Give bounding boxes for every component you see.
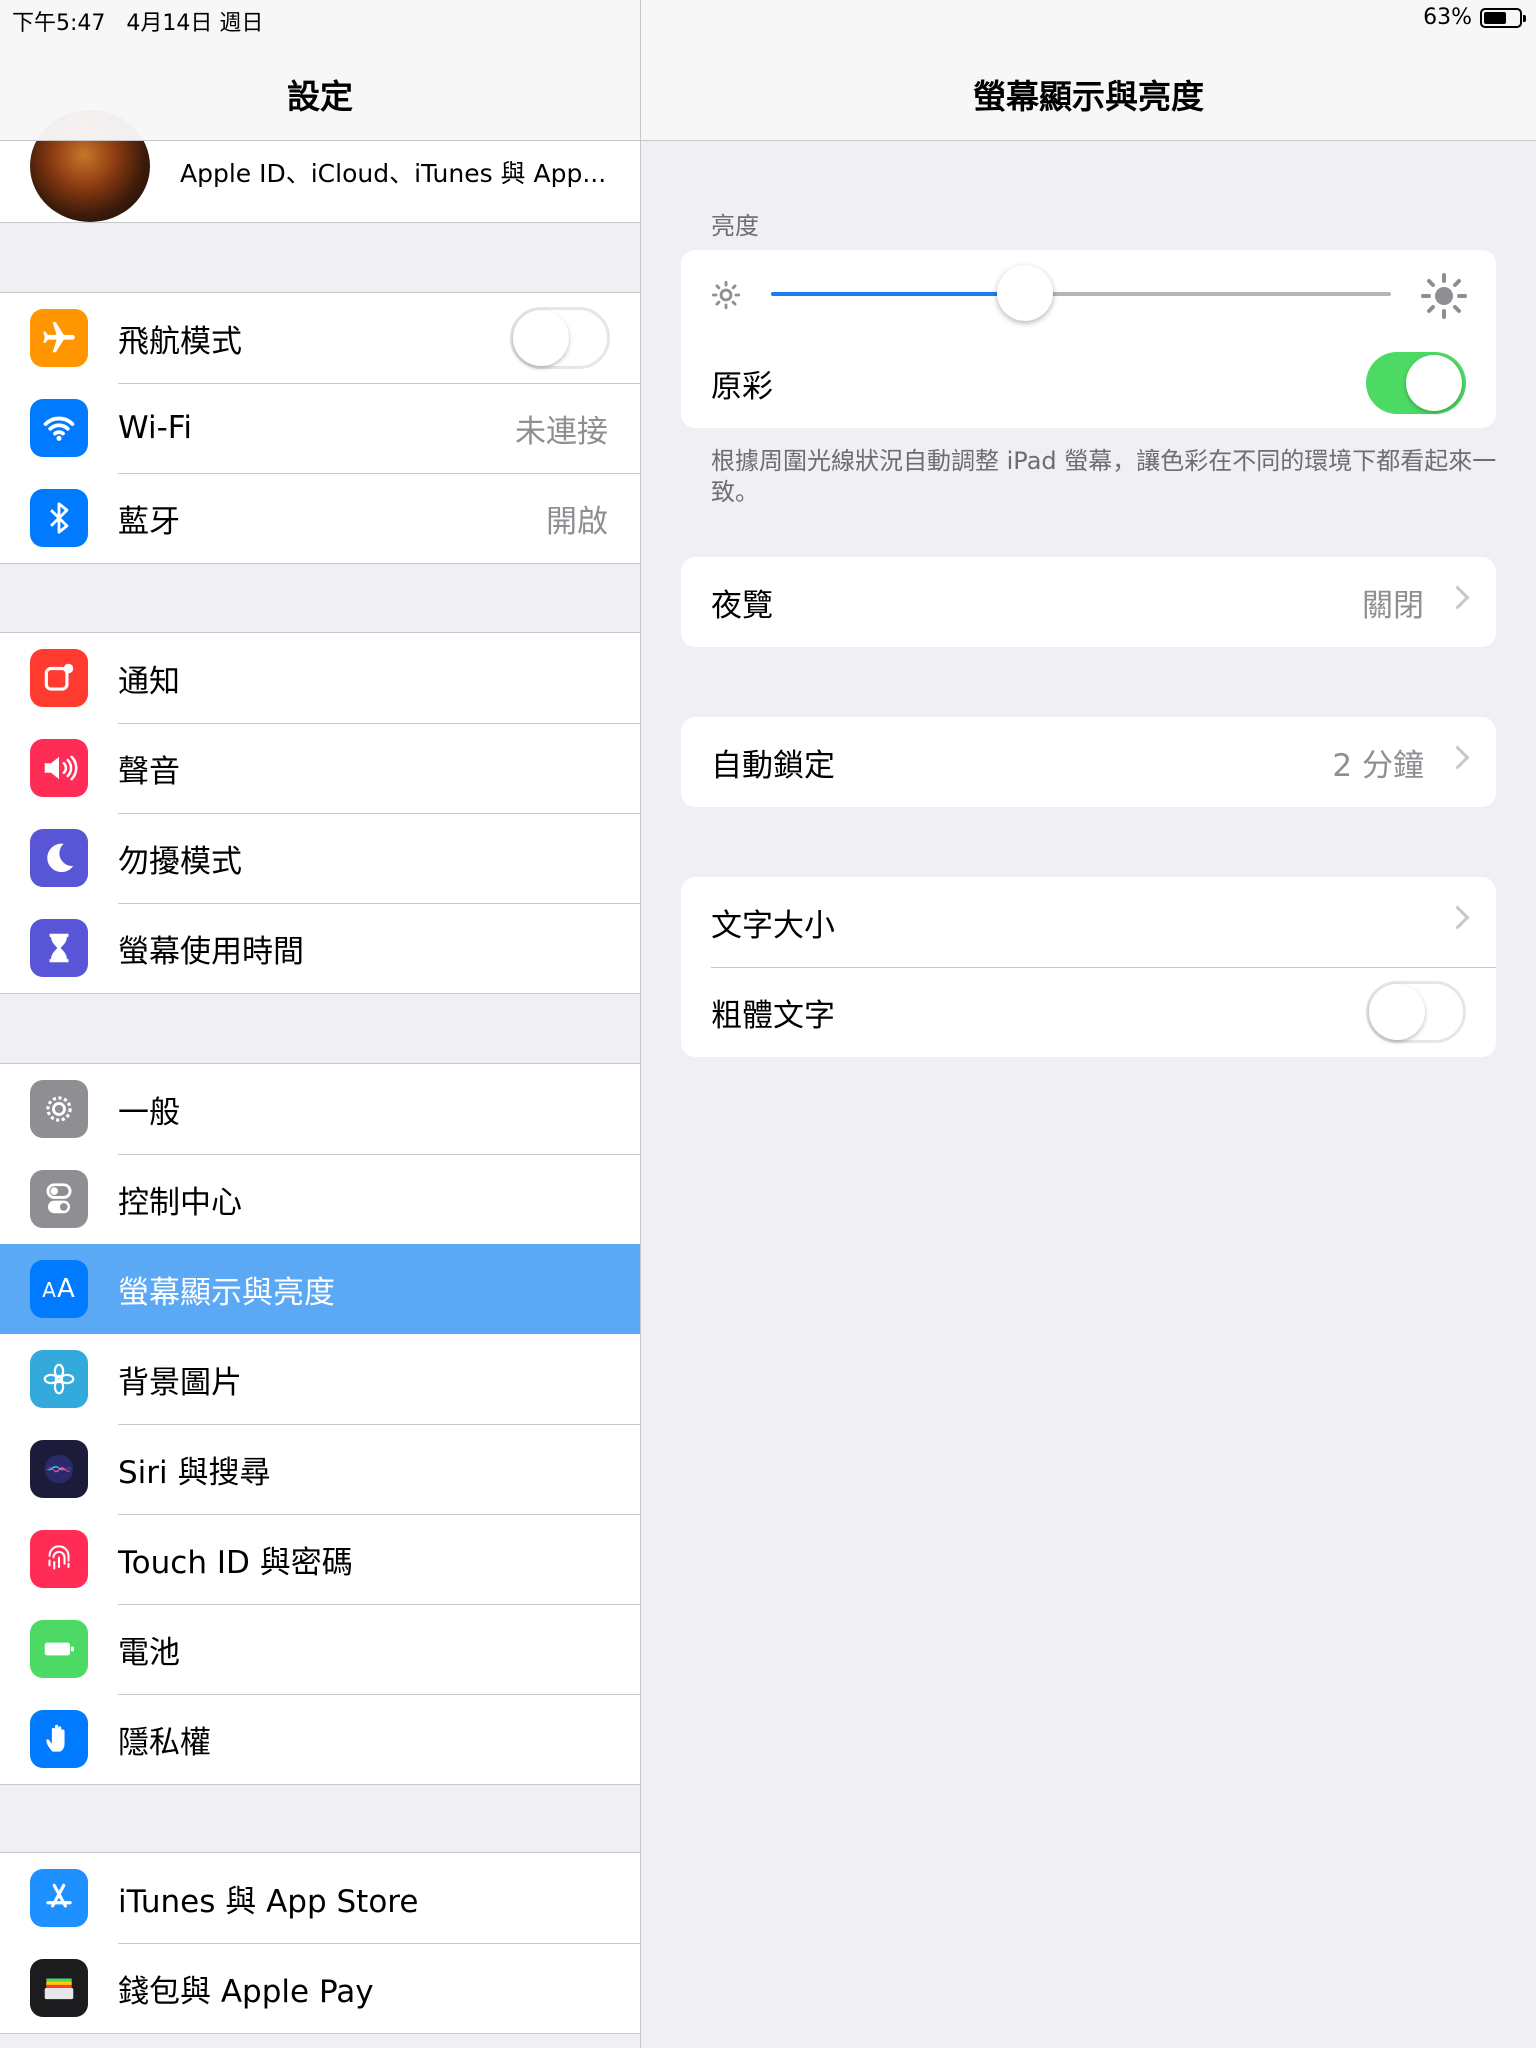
auto-lock-value: 2 分鐘 <box>1332 747 1424 784</box>
fingerprint-icon <box>30 1530 88 1588</box>
battery-icon <box>1480 7 1526 28</box>
bold-text-label: 粗體文字 <box>711 997 835 1034</box>
sidebar-item-screen-time[interactable]: 螢幕使用時間 <box>0 903 640 993</box>
hourglass-icon <box>30 919 88 977</box>
brightness-slider[interactable] <box>771 265 1391 321</box>
bluetooth-status: 開啟 <box>546 503 608 540</box>
general-group: 一般 控制中心 AA 螢幕顯示與亮度 背景圖片 Siri 與搜尋 Touch I… <box>0 1063 640 1785</box>
sun-large-icon <box>1421 273 1467 319</box>
status-time: 下午5:47 <box>12 11 106 36</box>
status-date: 4月14日 週日 <box>126 11 264 36</box>
page-title: 螢幕顯示與亮度 <box>973 77 1204 116</box>
sidebar-item-label: 飛航模式 <box>118 323 242 360</box>
sidebar-item-label: 勿擾模式 <box>118 843 242 880</box>
moon-icon <box>30 829 88 887</box>
sidebar-item-notifications[interactable]: 通知 <box>0 633 640 723</box>
connectivity-group: 飛航模式 Wi-Fi 未連接 藍牙 開啟 <box>0 292 640 564</box>
sidebar-item-siri[interactable]: Siri 與搜尋 <box>0 1424 640 1514</box>
siri-icon <box>30 1440 88 1498</box>
auto-lock-card: 自動鎖定 2 分鐘 <box>681 717 1496 807</box>
battery-icon <box>30 1620 88 1678</box>
sidebar-item-wifi[interactable]: Wi-Fi 未連接 <box>0 383 640 473</box>
sidebar-item-touch-id[interactable]: Touch ID 與密碼 <box>0 1514 640 1604</box>
brightness-card: 原彩 <box>681 250 1496 428</box>
wallet-icon <box>30 1959 88 2017</box>
bluetooth-icon <box>30 489 88 547</box>
apple-id-row[interactable]: Apple ID、iCloud、iTunes 與 App... <box>0 110 640 223</box>
bold-text-row: 粗體文字 <box>681 967 1496 1057</box>
toggles-icon <box>30 1170 88 1228</box>
display-brightness-pane: 螢幕顯示與亮度 亮度 原彩 根據周圍光線狀況自動調整 iPad 螢幕，讓色彩在不… <box>641 0 1536 2048</box>
status-time-date: 下午5:47 4月14日 週日 <box>12 5 263 37</box>
sidebar-item-control-center[interactable]: 控制中心 <box>0 1154 640 1244</box>
sidebar-item-label: 一般 <box>118 1094 180 1131</box>
brightness-slider-row <box>681 250 1496 338</box>
battery-percent: 63% <box>1423 5 1472 30</box>
sidebar-item-label: 背景圖片 <box>118 1364 242 1401</box>
auto-lock-label: 自動鎖定 <box>711 747 835 784</box>
sidebar-item-battery[interactable]: 電池 <box>0 1604 640 1694</box>
chevron-right-icon <box>1445 905 1470 930</box>
sidebar-item-label: 通知 <box>118 663 180 700</box>
flower-icon <box>30 1350 88 1408</box>
brightness-slider-thumb[interactable] <box>997 265 1054 321</box>
sidebar-item-label: 聲音 <box>118 753 180 790</box>
sidebar-item-privacy[interactable]: 隱私權 <box>0 1694 640 1784</box>
text-size-icon: AA <box>30 1260 88 1318</box>
gear-icon <box>30 1080 88 1138</box>
apple-id-subtitle: Apple ID、iCloud、iTunes 與 App... <box>180 159 607 188</box>
bold-text-toggle[interactable] <box>1366 981 1466 1043</box>
night-shift-label: 夜覽 <box>711 587 773 624</box>
airplane-icon <box>30 309 88 367</box>
sun-small-icon <box>711 280 741 310</box>
true-tone-toggle[interactable] <box>1366 352 1466 414</box>
text-size-row[interactable]: 文字大小 <box>681 877 1496 967</box>
status-bar: 下午5:47 4月14日 週日 63% <box>0 0 1536 40</box>
sidebar-item-label: iTunes 與 App Store <box>118 1883 419 1920</box>
settings-sidebar: 設定 Apple ID、iCloud、iTunes 與 App... 飛航模式 … <box>0 0 641 2048</box>
sidebar-item-wallpaper[interactable]: 背景圖片 <box>0 1334 640 1424</box>
sidebar-item-wallet[interactable]: 錢包與 Apple Pay <box>0 1943 640 2033</box>
airplane-mode-toggle[interactable] <box>510 307 610 369</box>
brightness-header: 亮度 <box>711 212 759 240</box>
notifications-icon <box>30 649 88 707</box>
store-group: iTunes 與 App Store 錢包與 Apple Pay <box>0 1852 640 2034</box>
app-store-icon <box>30 1869 88 1927</box>
hand-icon <box>30 1710 88 1768</box>
chevron-right-icon <box>1445 745 1470 770</box>
sidebar-item-bluetooth[interactable]: 藍牙 開啟 <box>0 473 640 563</box>
sidebar-item-label: Touch ID 與密碼 <box>118 1544 353 1581</box>
sidebar-item-label: 藍牙 <box>118 503 180 540</box>
night-shift-card: 夜覽 關閉 <box>681 557 1496 647</box>
sidebar-item-label: 隱私權 <box>118 1724 211 1761</box>
sidebar-title: 設定 <box>287 77 353 116</box>
text-card: 文字大小 粗體文字 <box>681 877 1496 1057</box>
sound-icon <box>30 739 88 797</box>
night-shift-row[interactable]: 夜覽 關閉 <box>681 557 1496 647</box>
sidebar-item-label: 電池 <box>118 1634 180 1671</box>
sidebar-item-label: 控制中心 <box>118 1184 242 1221</box>
sidebar-item-sounds[interactable]: 聲音 <box>0 723 640 813</box>
sidebar-item-label: Siri 與搜尋 <box>118 1454 271 1491</box>
sidebar-item-general[interactable]: 一般 <box>0 1064 640 1154</box>
sidebar-item-label: 螢幕顯示與亮度 <box>118 1274 335 1311</box>
true-tone-row: 原彩 <box>681 338 1496 428</box>
wifi-icon <box>30 399 88 457</box>
sidebar-item-airplane-mode[interactable]: 飛航模式 <box>0 293 640 383</box>
chevron-right-icon <box>1445 585 1470 610</box>
auto-lock-row[interactable]: 自動鎖定 2 分鐘 <box>681 717 1496 807</box>
sidebar-item-itunes-app-store[interactable]: iTunes 與 App Store <box>0 1853 640 1943</box>
night-shift-value: 關閉 <box>1362 587 1424 624</box>
notifications-group: 通知 聲音 勿擾模式 螢幕使用時間 <box>0 632 640 994</box>
sidebar-item-display-brightness[interactable]: AA 螢幕顯示與亮度 <box>0 1244 640 1334</box>
true-tone-footer: 根據周圍光線狀況自動調整 iPad 螢幕，讓色彩在不同的環境下都看起來一致。 <box>711 447 1497 506</box>
sidebar-item-label: Wi-Fi <box>118 410 192 446</box>
true-tone-label: 原彩 <box>711 368 773 405</box>
sidebar-item-label: 錢包與 Apple Pay <box>118 1973 374 2010</box>
text-size-label: 文字大小 <box>711 907 835 944</box>
sidebar-item-do-not-disturb[interactable]: 勿擾模式 <box>0 813 640 903</box>
status-right: 63% <box>1423 5 1526 30</box>
sidebar-item-label: 螢幕使用時間 <box>118 933 304 970</box>
wifi-status: 未連接 <box>515 413 608 450</box>
